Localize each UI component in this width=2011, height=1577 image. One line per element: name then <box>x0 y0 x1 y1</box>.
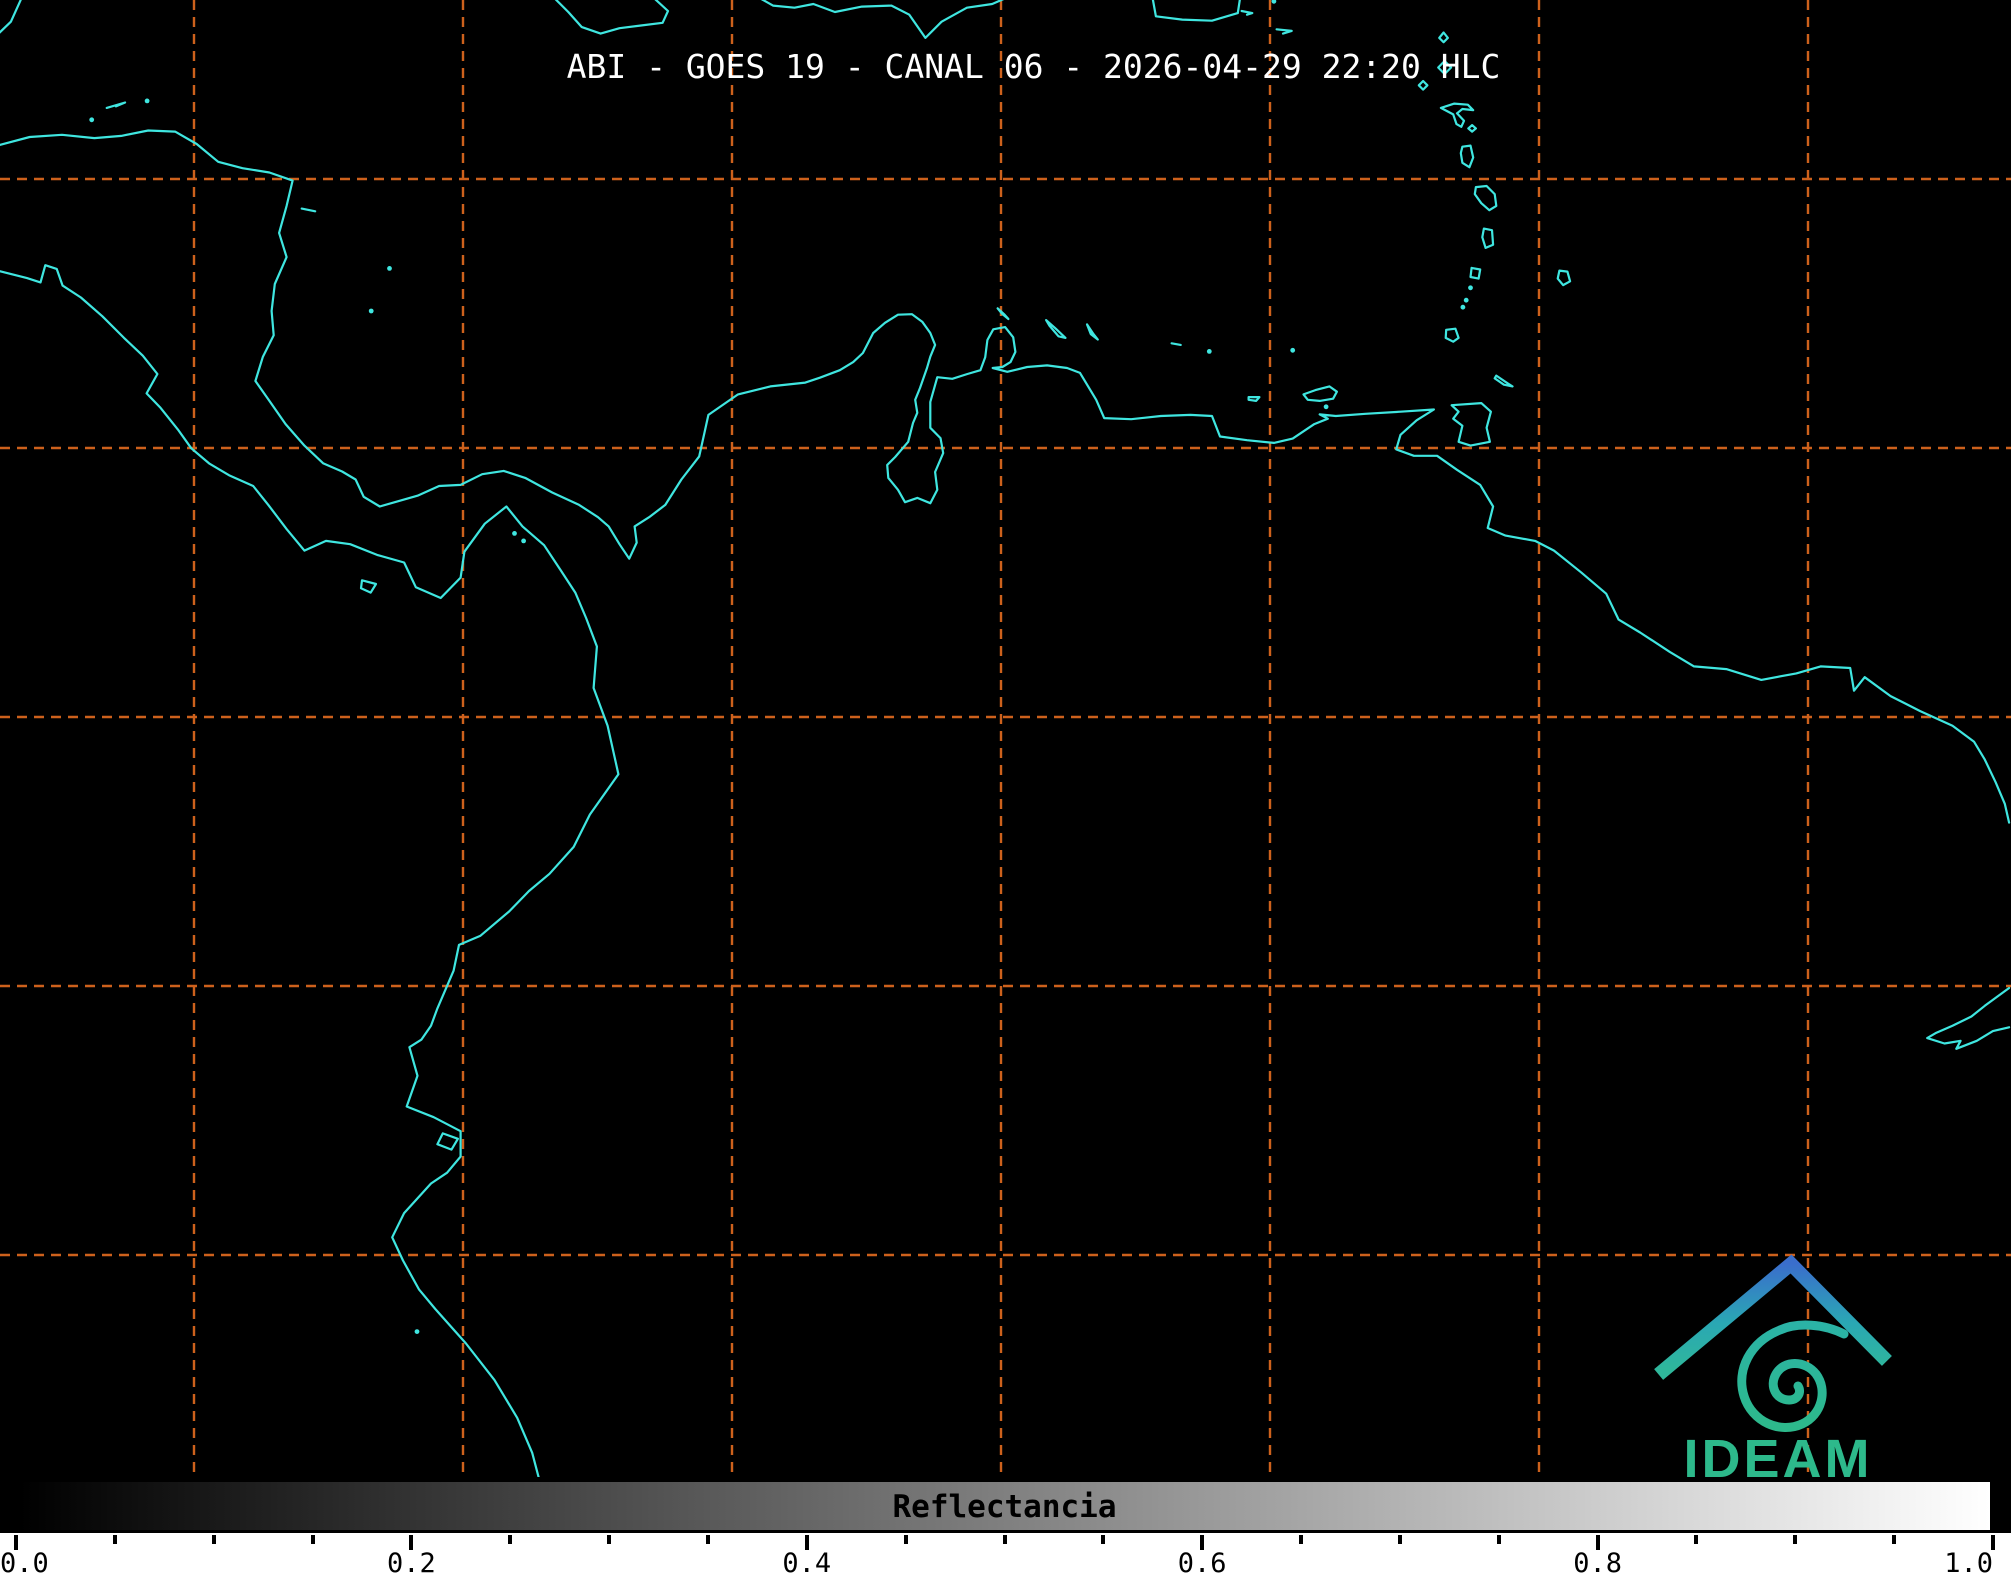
colorbar-tick-label: 0.6 <box>1177 1548 1227 1577</box>
aruba-island <box>996 307 1010 321</box>
marie-galante-island <box>1467 124 1477 133</box>
puerto-rico-coast <box>1151 0 1241 22</box>
coche-island-dot <box>1323 404 1329 410</box>
la-tortuga-island <box>1247 396 1261 402</box>
grenadines-dot-3 <box>1460 304 1466 310</box>
virgin-islands-dot <box>1271 0 1277 4</box>
dominica-island <box>1459 144 1475 169</box>
la-orchila-island-dot <box>1206 349 1212 354</box>
providencia-island-dot <box>387 266 392 271</box>
st-lucia-island <box>1481 227 1495 249</box>
tobago-island <box>1493 374 1514 388</box>
coiba-island <box>359 579 378 594</box>
colorbar-tick-label: 0.2 <box>387 1548 436 1577</box>
caribbean-mainland-coast <box>0 129 2011 824</box>
logo-mountain-icon <box>1654 1254 1892 1380</box>
vieques-island <box>1240 9 1254 16</box>
colorbar-minor-tick <box>508 1535 513 1544</box>
colorbar-tick-label: 0.8 <box>1573 1548 1622 1577</box>
colorbar-tick-label: 1.0 <box>1944 1548 1993 1577</box>
curacao-island <box>1045 319 1067 339</box>
miskito-cays <box>300 207 317 213</box>
colorbar-tick-label: 0.0 <box>0 1548 49 1577</box>
colorbar-axis: 0.0 0.2 0.4 0.6 0.8 1.0 <box>0 1533 2011 1577</box>
colorbar-minor-tick <box>607 1535 612 1544</box>
colorbar-minor-tick <box>310 1535 315 1544</box>
puna-island <box>436 1132 459 1151</box>
barbuda-island <box>1438 31 1449 44</box>
colorbar-minor-tick <box>1101 1535 1106 1544</box>
ideam-logo: IDEAM <box>1648 1238 1908 1490</box>
lobos-de-tierra-dot <box>414 1329 420 1334</box>
colorbar-minor-tick <box>112 1535 117 1544</box>
guadeloupe-island <box>1439 102 1475 128</box>
los-roques-cays <box>1170 342 1182 346</box>
colorbar-minor-tick <box>903 1535 908 1544</box>
barbados-island <box>1556 269 1572 287</box>
bonaire-island <box>1085 323 1099 341</box>
logo-hurricane-spiral-icon <box>1737 1320 1849 1432</box>
la-blanquilla-island-dot <box>1290 347 1296 353</box>
martinique-island <box>1473 184 1498 212</box>
hispaniola-coast <box>760 0 1005 39</box>
grenadines-dot-1 <box>1468 285 1473 291</box>
pearl-islands-dot-1 <box>512 531 517 536</box>
colorbar-minor-tick <box>1892 1535 1897 1544</box>
jamaica-coast <box>554 0 670 35</box>
amazon-mouth-coast <box>1926 986 2011 1050</box>
image-title: ABI - GOES 19 - CANAL 06 - 2026-04-29 22… <box>566 47 1501 86</box>
colorbar-title: Reflectancia <box>892 1489 1117 1525</box>
grenada-island <box>1444 327 1460 343</box>
colorbar: Reflectancia 0.0 0.2 0.4 0.6 0.8 1.0 <box>0 1477 2011 1577</box>
colorbar-minor-tick <box>1299 1535 1304 1544</box>
colorbar-minor-tick <box>1496 1535 1501 1544</box>
colorbar-minor-tick <box>1397 1535 1402 1544</box>
belize-corner-coast <box>0 0 22 34</box>
utila-island-dot <box>89 117 95 123</box>
colorbar-minor-tick <box>211 1535 216 1544</box>
grenadines-dot-2 <box>1463 297 1469 303</box>
st-vincent-island <box>1469 266 1482 280</box>
margarita-island <box>1302 385 1338 402</box>
st-croix-island <box>1275 28 1293 35</box>
trinidad-island <box>1450 402 1492 447</box>
guanaja-island-dot <box>144 98 150 104</box>
colorbar-minor-tick <box>705 1535 710 1544</box>
san-andres-island-dot <box>368 308 374 314</box>
satellite-image-viewport: ABI - GOES 19 - CANAL 06 - 2026-04-29 22… <box>0 0 2011 1577</box>
colorbar-tick-label: 0.4 <box>782 1548 832 1577</box>
colorbar-minor-tick <box>1002 1535 1007 1544</box>
pearl-islands-dot-2 <box>521 538 526 544</box>
colorbar-minor-tick <box>1694 1535 1699 1544</box>
colorbar-minor-tick <box>1793 1535 1798 1544</box>
roatan-island <box>105 101 127 109</box>
